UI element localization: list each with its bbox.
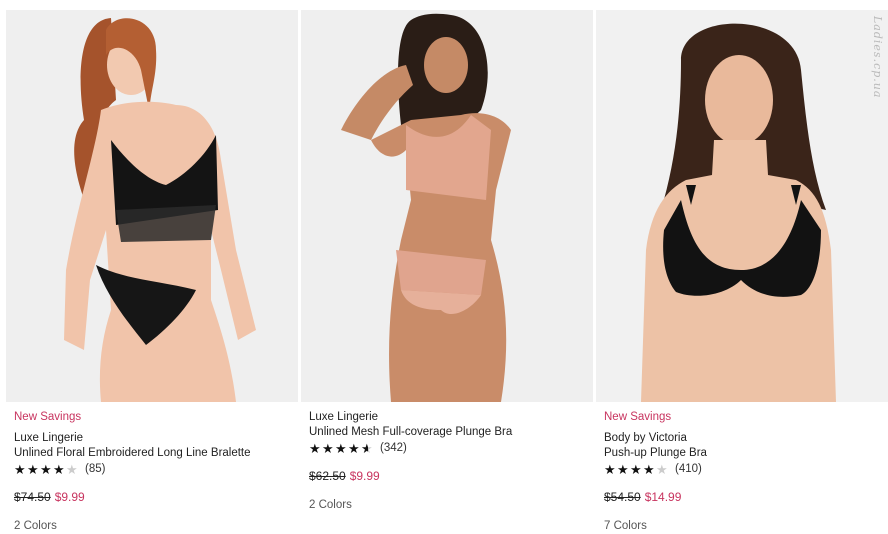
review-count: (342) [380, 442, 407, 454]
color-count[interactable]: 2 Colors [14, 519, 290, 534]
product-collection: Body by Victoria [604, 432, 687, 444]
star-icon: ★ [309, 440, 321, 456]
product-rating[interactable]: ★ ★ ★ ★ ★ (410) [604, 462, 880, 477]
review-count: (410) [675, 463, 702, 475]
new-savings-badge: New Savings [604, 411, 672, 423]
sale-price: $14.99 [644, 490, 682, 504]
star-icon: ★ [14, 461, 26, 477]
watermark-text: Ladies.cp.ua [871, 16, 884, 99]
star-icon: ★ [643, 461, 655, 477]
new-savings-badge: New Savings [14, 411, 82, 423]
product-collection: Luxe Lingerie [14, 432, 84, 444]
product-name-link[interactable]: Unlined Mesh Full-coverage Plunge Bra [309, 425, 585, 440]
star-icon: ★ [656, 461, 668, 477]
star-icon: ★ [27, 461, 39, 477]
review-count: (85) [85, 463, 106, 475]
star-icon: ★ [322, 440, 334, 456]
color-count[interactable]: 2 Colors [309, 498, 585, 513]
star-rating-icon: ★ ★ ★ ★ ★ [604, 461, 669, 477]
product-price: $62.50 $9.99 [309, 469, 585, 484]
star-icon: ★ [66, 461, 78, 477]
star-icon: ★ [604, 461, 616, 477]
product-name-link[interactable]: Unlined Floral Embroidered Long Line Bra… [14, 446, 290, 461]
original-price: $54.50 [604, 490, 641, 504]
product-collection: Luxe Lingerie [309, 411, 379, 423]
star-rating-icon: ★ ★ ★ ★ ★ [309, 440, 374, 456]
product-name-link[interactable]: Push-up Plunge Bra [604, 446, 880, 461]
star-icon: ★ [348, 440, 360, 456]
product-card[interactable]: Luxe Lingerie Unlined Mesh Full-coverage… [301, 10, 593, 513]
product-price: $74.50 $9.99 [14, 490, 290, 505]
product-image[interactable]: Ladies.cp.ua [596, 10, 888, 402]
star-icon: ★ [361, 440, 373, 456]
product-card[interactable]: Ladies.cp.ua New Savings Body by Victori… [596, 10, 888, 534]
color-count[interactable]: 7 Colors [604, 519, 880, 534]
product-grid: New Savings Luxe Lingerie Unlined Floral… [0, 0, 888, 534]
sale-price: $9.99 [349, 469, 380, 483]
star-icon: ★ [335, 440, 347, 456]
product-rating[interactable]: ★ ★ ★ ★ ★ (342) [309, 441, 585, 456]
product-image[interactable] [301, 10, 593, 402]
star-icon: ★ [40, 461, 52, 477]
star-rating-icon: ★ ★ ★ ★ ★ [14, 461, 79, 477]
product-rating[interactable]: ★ ★ ★ ★ ★ (85) [14, 462, 290, 477]
star-icon: ★ [617, 461, 629, 477]
star-icon: ★ [630, 461, 642, 477]
product-card[interactable]: New Savings Luxe Lingerie Unlined Floral… [6, 10, 298, 534]
original-price: $62.50 [309, 469, 346, 483]
product-price: $54.50 $14.99 [604, 490, 880, 505]
original-price: $74.50 [14, 490, 51, 504]
sale-price: $9.99 [54, 490, 85, 504]
product-image[interactable] [6, 10, 298, 402]
star-icon: ★ [53, 461, 65, 477]
